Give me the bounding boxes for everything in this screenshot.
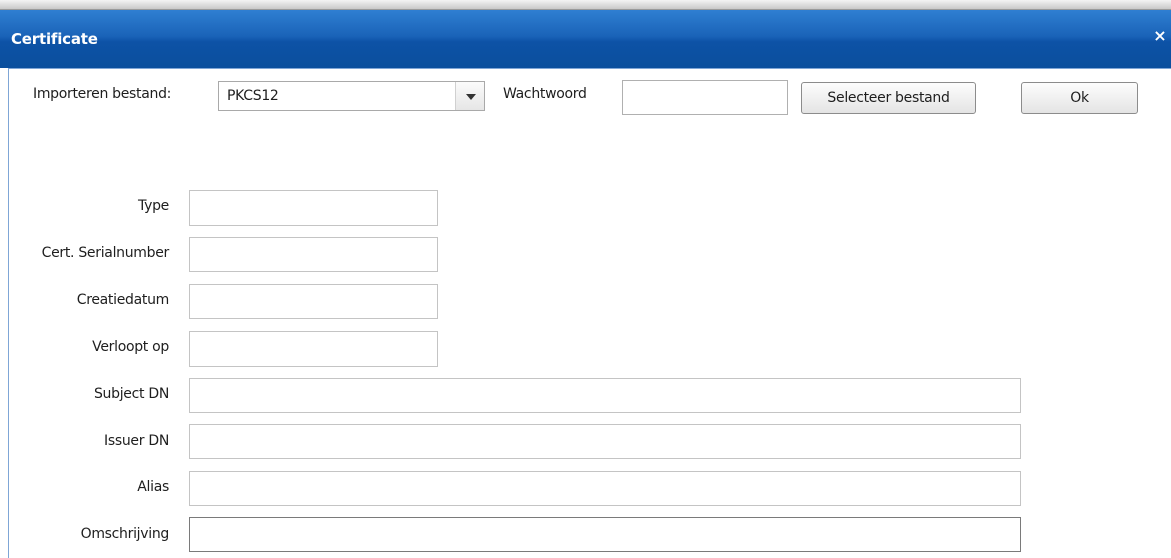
serial-number-label: Cert. Serialnumber — [41, 245, 170, 261]
ok-button[interactable]: Ok — [1021, 82, 1138, 114]
password-field[interactable] — [622, 80, 788, 115]
type-field[interactable] — [189, 190, 438, 226]
description-label: Omschrijving — [80, 526, 170, 542]
import-type-dropdown-button[interactable] — [455, 82, 484, 110]
expires-field[interactable] — [189, 331, 438, 367]
serial-number-field[interactable] — [189, 237, 438, 272]
top-strip — [0, 0, 1171, 10]
alias-label: Alias — [137, 479, 169, 495]
creation-date-field[interactable] — [189, 284, 438, 319]
import-type-value: PKCS12 — [227, 88, 279, 104]
close-icon[interactable]: × — [1151, 25, 1169, 47]
dialog-title: Certificate — [11, 30, 98, 48]
creation-date-label: Creatiedatum — [76, 292, 170, 308]
select-file-button[interactable]: Selecteer bestand — [801, 82, 976, 114]
import-file-label: Importeren bestand: — [33, 86, 172, 102]
dialog-title-bar[interactable]: Certificate × — [0, 10, 1171, 68]
issuer-dn-label: Issuer DN — [104, 433, 169, 449]
password-label: Wachtwoord — [503, 86, 587, 102]
subject-dn-label: Subject DN — [93, 386, 169, 402]
type-label: Type — [138, 198, 169, 214]
issuer-dn-field[interactable] — [189, 424, 1021, 459]
alias-field[interactable] — [189, 471, 1021, 506]
subject-dn-field[interactable] — [189, 378, 1021, 413]
chevron-down-icon — [466, 94, 476, 100]
import-type-select[interactable]: PKCS12 — [218, 81, 485, 111]
expires-label: Verloopt op — [92, 339, 169, 355]
description-field[interactable] — [189, 517, 1021, 552]
